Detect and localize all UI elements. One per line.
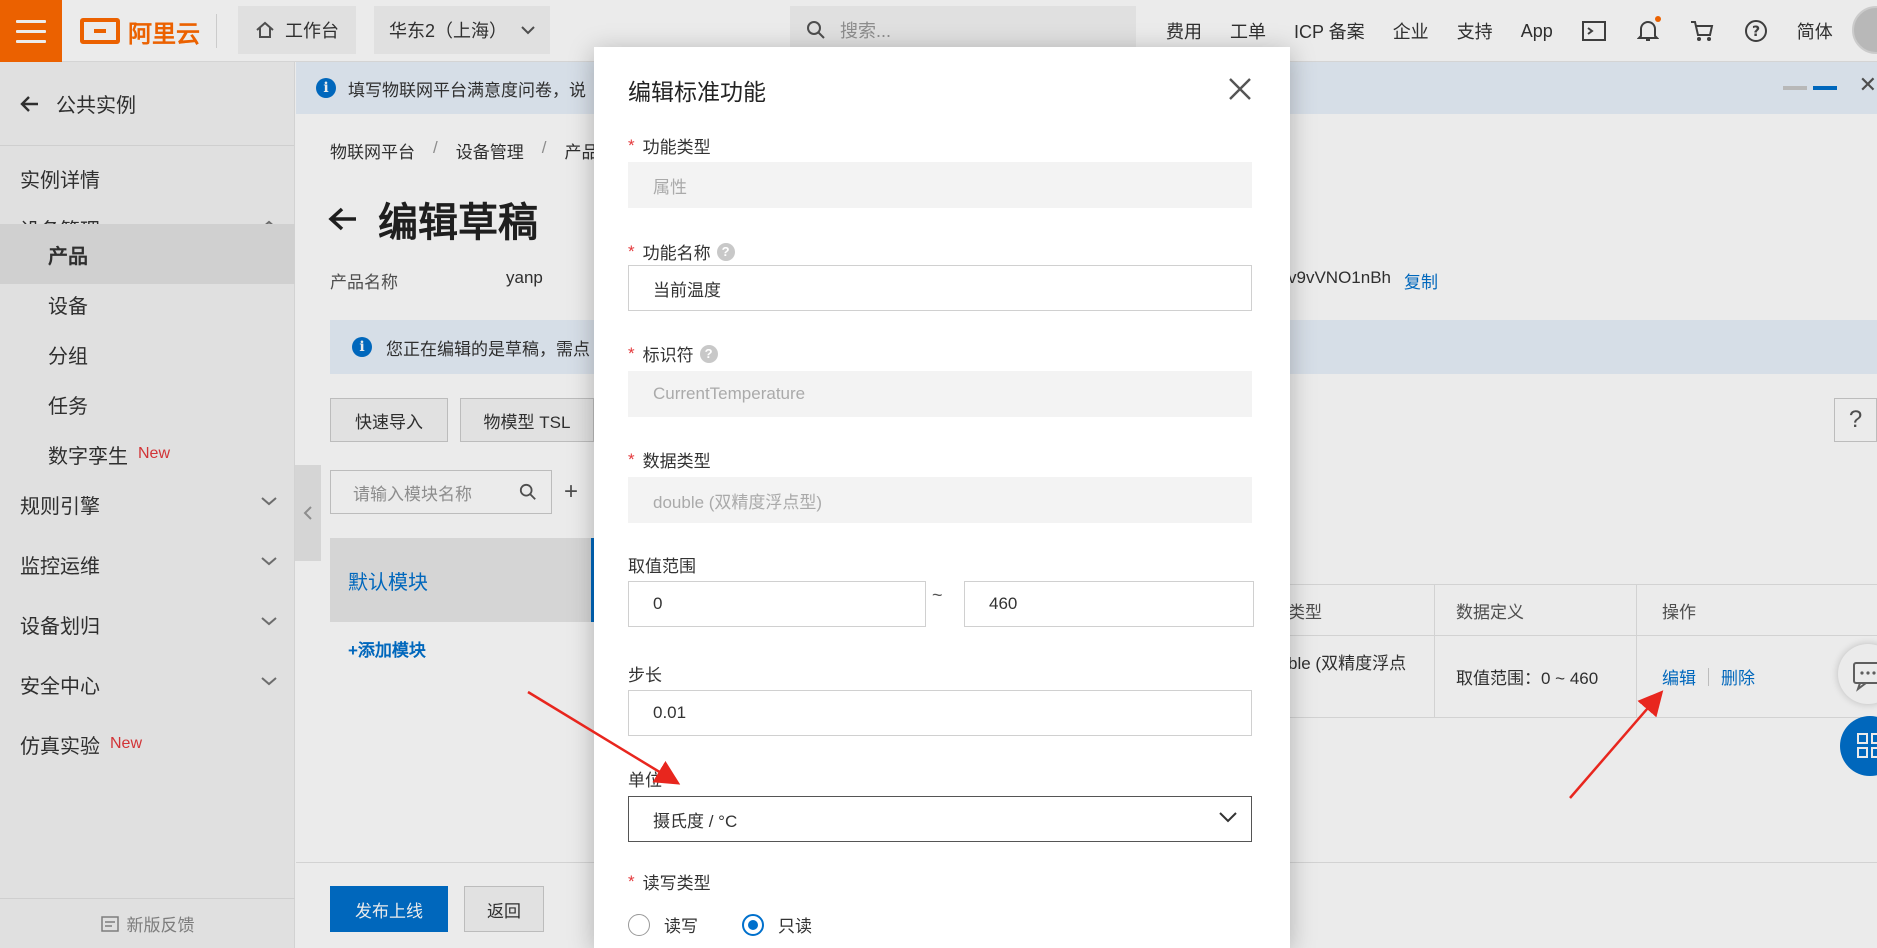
step-label: 步长 xyxy=(628,661,662,686)
range-separator: ~ xyxy=(932,585,943,605)
step-input[interactable]: 0.01 xyxy=(628,690,1252,736)
function-type-field: 属性 xyxy=(628,162,1252,208)
range-min-input[interactable]: 0 xyxy=(628,581,926,627)
radio-circle-selected[interactable] xyxy=(742,913,764,936)
label-text: 标识符 xyxy=(642,346,694,365)
label-text: 取值范围 xyxy=(628,557,696,576)
close-icon[interactable] xyxy=(1226,75,1254,103)
field-value: CurrentTemperature xyxy=(653,384,806,403)
field-value: 0.01 xyxy=(653,703,687,722)
required-mark: * xyxy=(628,343,635,363)
field-value: double (双精度浮点型) xyxy=(653,492,823,512)
label-text: 单位 xyxy=(628,771,662,790)
range-label: 取值范围 xyxy=(628,552,696,577)
data-type-label: * 数据类型 xyxy=(628,447,711,472)
question-icon[interactable]: ? xyxy=(716,242,735,261)
field-value: 当前温度 xyxy=(653,280,721,300)
edit-function-dialog: 编辑标准功能 * 功能类型 属性 * 功能名称? 当前温度 * 标识符? Curren… xyxy=(594,47,1290,948)
function-type-label: * 功能类型 xyxy=(628,133,711,158)
radio-label: 读写 xyxy=(664,917,698,936)
question-icon[interactable]: ? xyxy=(699,344,718,363)
radio-circle[interactable] xyxy=(628,913,650,936)
function-name-label: * 功能名称? xyxy=(628,239,735,264)
identifier-label: * 标识符? xyxy=(628,341,718,366)
unit-select[interactable]: 摄氏度 / °C xyxy=(628,796,1252,842)
label-text: 数据类型 xyxy=(642,452,711,471)
label-text: 功能名称 xyxy=(642,244,711,263)
radio-read-only[interactable]: 只读 xyxy=(742,912,812,937)
field-value: 属性 xyxy=(653,177,687,197)
data-type-field: double (双精度浮点型) xyxy=(628,477,1252,523)
required-mark: * xyxy=(628,449,635,469)
label-text: 读写类型 xyxy=(642,874,711,893)
label-text: 步长 xyxy=(628,666,662,685)
field-value: 460 xyxy=(989,594,1018,613)
label-text: 功能类型 xyxy=(642,138,711,157)
required-mark: * xyxy=(628,135,635,155)
dialog-title: 编辑标准功能 xyxy=(628,79,766,105)
required-mark: * xyxy=(628,871,635,891)
chevron-down-icon xyxy=(1219,812,1237,823)
function-name-input[interactable]: 当前温度 xyxy=(628,265,1252,311)
rw-type-label: * 读写类型 xyxy=(628,869,711,894)
identifier-field: CurrentTemperature xyxy=(628,371,1252,417)
radio-label: 只读 xyxy=(778,917,812,936)
field-value: 摄氏度 / °C xyxy=(653,811,738,831)
field-value: 0 xyxy=(653,594,663,613)
unit-label: 单位 xyxy=(628,766,662,791)
radio-read-write[interactable]: 读写 xyxy=(628,912,698,937)
range-max-input[interactable]: 460 xyxy=(964,581,1254,627)
required-mark: * xyxy=(628,241,635,261)
